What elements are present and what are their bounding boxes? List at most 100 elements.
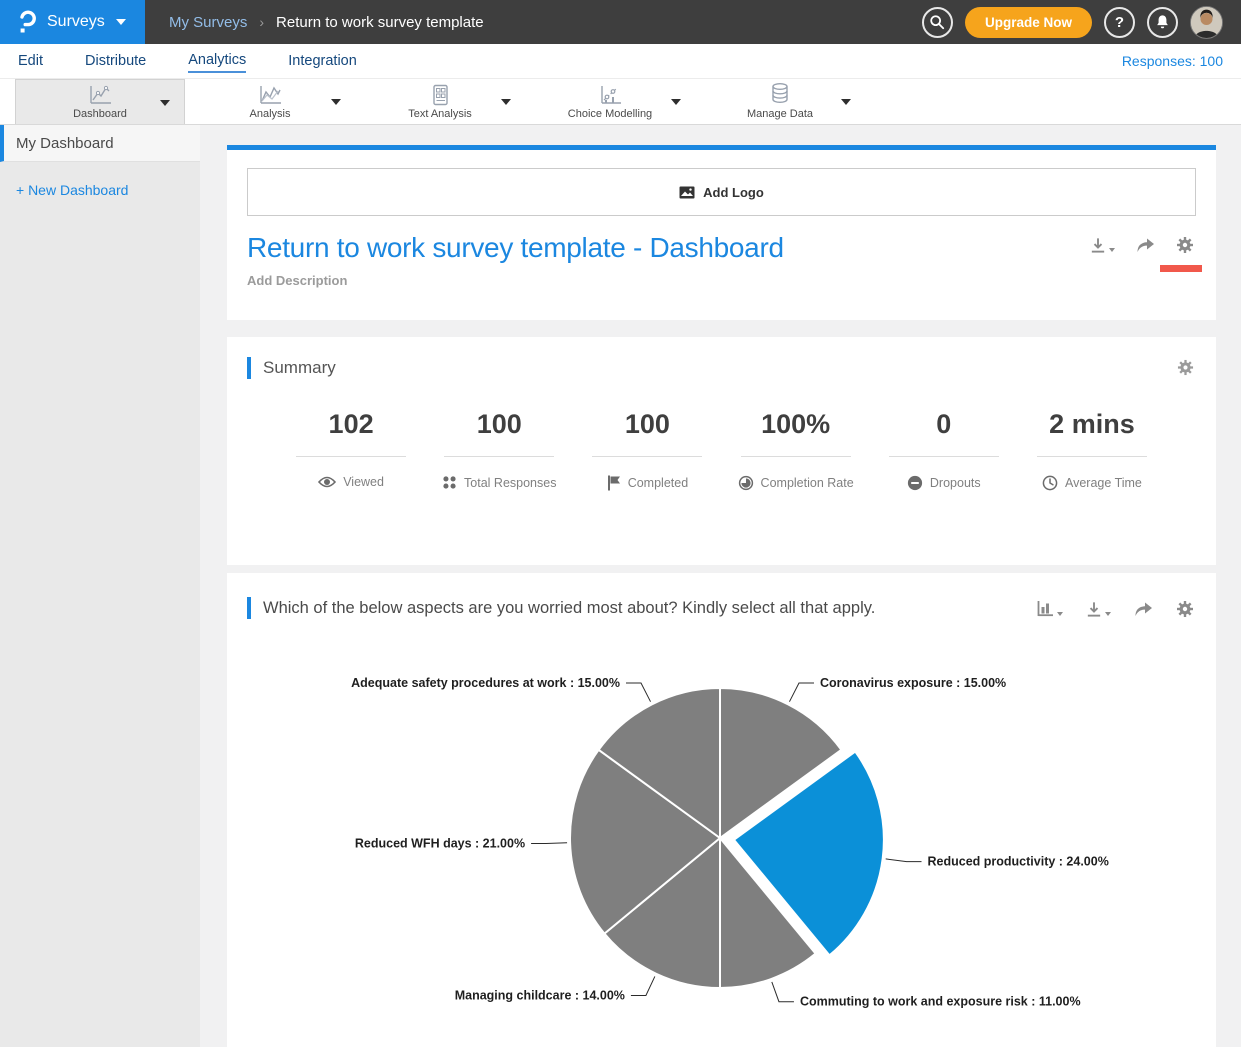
pie-leader-line [631,976,655,995]
stat-divider [741,456,851,457]
chevron-down-icon[interactable] [671,99,681,105]
toolbar-item-dashboard[interactable]: Dashboard [15,79,185,124]
half-circle-icon [738,475,754,491]
stat-completed: 100 Completed [573,409,721,491]
add-logo-label: Add Logo [703,185,764,200]
pie-slice-label: Reduced WFH days : 21.00% [355,836,525,850]
toolbar-label: Text Analysis [408,108,472,120]
analytics-toolbar: Dashboard Analysis Text Analysis [0,78,1241,125]
gear-icon [1177,359,1194,376]
stat-label: Viewed [343,475,384,489]
question-mark-icon: ? [1115,14,1124,31]
responses-count[interactable]: Responses: 100 [1122,53,1223,69]
stat-label: Completed [628,476,688,490]
summary-settings-button[interactable] [1177,359,1194,381]
toolbar-label: Dashboard [73,108,127,120]
toolbar-item-choice-modelling[interactable]: Choice Modelling [525,79,695,124]
stat-value: 100% [722,409,870,440]
nav-item-edit[interactable]: Edit [18,50,43,72]
chevron-down-icon[interactable] [501,99,511,105]
summary-title: Summary [263,358,336,378]
app-header: Surveys My Surveys › Return to work surv… [0,0,1241,44]
stat-divider [444,456,554,457]
share-icon [1135,236,1156,254]
pie-slice-label: Coronavirus exposure : 15.00% [820,676,1006,690]
nav-item-analytics[interactable]: Analytics [188,49,246,73]
settings-button[interactable] [1176,236,1194,254]
upgrade-now-button[interactable]: Upgrade Now [965,7,1092,38]
add-logo-dropzone[interactable]: Add Logo [247,168,1196,216]
sidebar-item-my-dashboard[interactable]: My Dashboard [0,125,200,162]
breadcrumb: My Surveys › Return to work survey templ… [145,0,922,44]
page-title: Return to work survey template - Dashboa… [247,232,1196,264]
dashboard-sidebar: My Dashboard + New Dashboard [0,125,200,1047]
brand-menu[interactable]: Surveys [0,0,145,44]
questionpro-logo-icon [16,6,38,39]
toolbar-label: Analysis [250,108,291,120]
document-grid-icon [427,84,453,106]
pie-leader-line [772,982,794,1002]
chevron-down-icon[interactable] [841,99,851,105]
line-chart-icon [87,84,113,106]
notifications-button[interactable] [1147,7,1178,38]
stat-divider [592,456,702,457]
sidebar-item-label: My Dashboard [16,135,114,152]
stat-viewed: 102 Viewed [277,409,425,491]
stat-value: 100 [573,409,721,440]
avatar-photo [1191,7,1222,38]
chevron-down-icon[interactable] [331,99,341,105]
stat-value: 2 mins [1018,409,1166,440]
question-chart-card: Which of the below aspects are you worri… [227,573,1216,1047]
pie-chart-svg: Coronavirus exposure : 15.00% Reduced pro… [227,573,1216,1047]
search-button[interactable] [922,7,953,38]
dashboard-title-panel: Add Logo Return to work survey template … [227,150,1216,320]
toolbar-item-analysis[interactable]: Analysis [185,79,355,124]
pie-slice-label: Adequate safety procedures at work : 15.… [351,676,620,690]
settings-highlight-marker [1160,265,1202,272]
breadcrumb-current: Return to work survey template [276,14,484,31]
stat-value: 100 [425,409,573,440]
stat-label: Dropouts [930,476,981,490]
breadcrumb-parent[interactable]: My Surveys [169,14,247,31]
image-icon [679,186,695,199]
pie-slice-label: Reduced productivity : 24.00% [928,855,1109,869]
help-button[interactable]: ? [1104,7,1135,38]
toolbar-item-text-analysis[interactable]: Text Analysis [355,79,525,124]
brand-label: Surveys [47,13,105,31]
share-button[interactable] [1135,236,1156,254]
stat-value: 102 [277,409,425,440]
scatter-chart-icon [597,84,623,106]
flag-icon [607,475,621,491]
toolbar-item-manage-data[interactable]: Manage Data [695,79,865,124]
bell-icon [1155,14,1170,30]
breadcrumb-separator: › [259,14,264,30]
stat-label: Total Responses [464,476,556,490]
eye-icon [318,475,336,489]
pie-leader-line [531,843,567,844]
chevron-down-icon [1109,248,1115,252]
chevron-down-icon[interactable] [160,100,170,106]
download-button[interactable] [1089,236,1115,254]
nav-item-integration[interactable]: Integration [288,50,357,72]
stat-dropouts: 0 Dropouts [870,409,1018,491]
toolbar-label: Manage Data [747,108,813,120]
stat-label: Average Time [1065,476,1142,490]
add-description-button[interactable]: Add Description [247,273,1196,288]
survey-nav: Edit Distribute Analytics Integration Re… [0,44,1241,78]
nav-item-distribute[interactable]: Distribute [85,50,146,72]
card-accent-bar [247,357,251,379]
pie-leader-line [886,859,922,862]
new-dashboard-button[interactable]: + New Dashboard [0,162,200,198]
chevron-down-icon [116,19,126,25]
database-icon [767,84,793,106]
pie-leader-line [626,683,651,702]
pie-slice-label: Managing childcare : 14.00% [455,988,625,1002]
gear-icon [1176,236,1194,254]
stat-total-responses: 100 Total Responses [425,409,573,491]
stat-divider [889,456,999,457]
pie-slice-label: Commuting to work and exposure risk : 11… [800,995,1081,1009]
toolbar-label: Choice Modelling [568,108,652,120]
user-avatar[interactable] [1190,6,1223,39]
area-chart-icon [257,84,283,106]
stat-divider [1037,456,1147,457]
